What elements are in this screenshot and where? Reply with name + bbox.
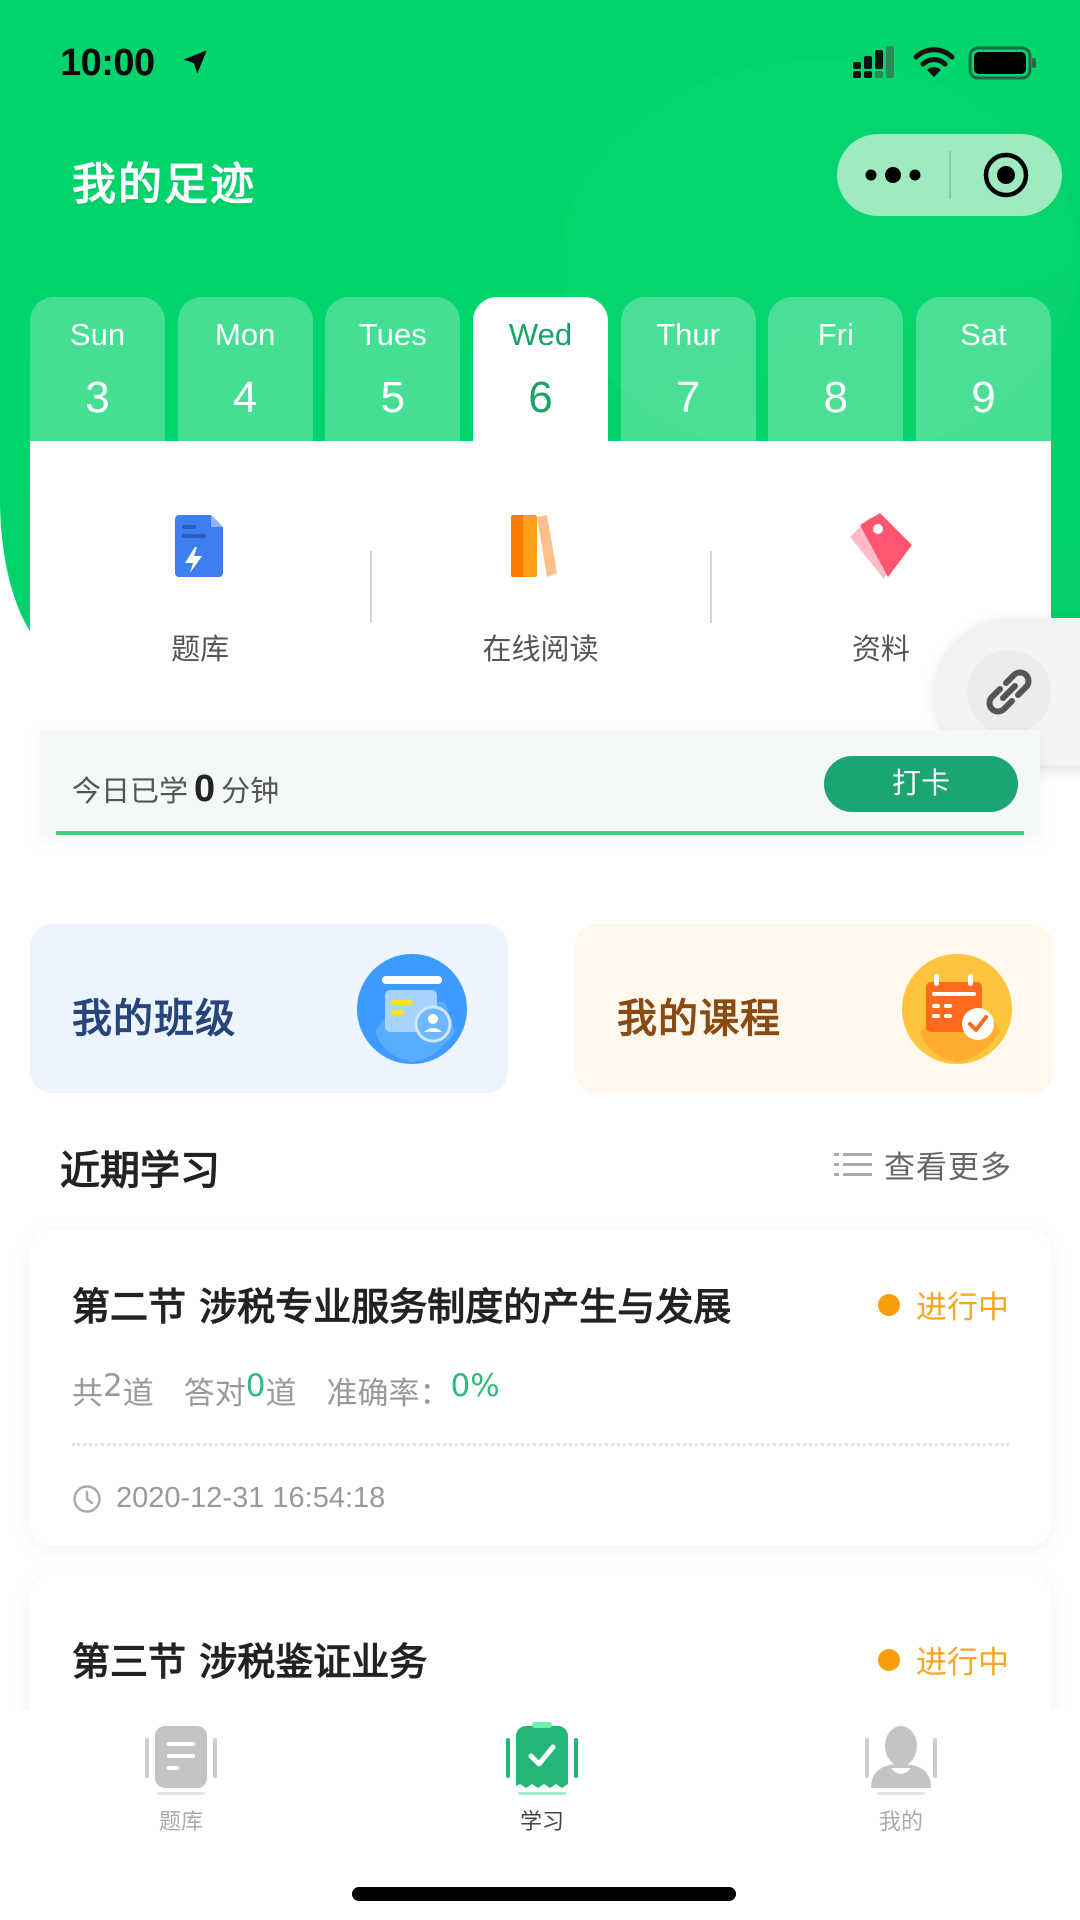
record-status-badge: 进行中	[878, 1282, 1009, 1327]
record-title: 第三节 涉税鉴证业务	[72, 1640, 428, 1684]
week-day-tabs: Sun 3 Mon 4 Tues 5 Wed 6 Thur 7 Fri 8 Sat 9	[30, 297, 1051, 441]
home-indicator[interactable]	[352, 1887, 736, 1901]
record-status-text: 进行中	[916, 1645, 1009, 1681]
status-dot-icon	[878, 1293, 900, 1316]
tab-label: 题库	[158, 1810, 203, 1835]
day-name: Mon	[215, 317, 276, 352]
day-date: 4	[232, 373, 258, 422]
day-date: 9	[971, 373, 996, 422]
quick-card-label: 我的课程	[617, 996, 781, 1042]
tab-label: 我的	[878, 1810, 923, 1835]
day-name: Sat	[960, 317, 1007, 352]
battery-icon	[968, 46, 1036, 80]
clock-icon	[73, 1484, 101, 1513]
day-name: Tues	[358, 317, 427, 352]
feature-online-reading[interactable]: 在线阅读	[370, 441, 710, 701]
today-study-bar: 今日已学 0 分钟 打卡	[40, 730, 1040, 834]
study-record-card[interactable]: 第二节 涉税专业服务制度的产生与发展 进行中 共 2 道 答对 0 道 准确率：…	[30, 1230, 1051, 1546]
my-course-card[interactable]: 我的课程	[575, 924, 1053, 1093]
study-suffix: 分钟	[221, 774, 280, 808]
day-date: 6	[528, 373, 553, 422]
stat-correct-prefix: 答对	[183, 1376, 246, 1412]
see-more-link[interactable]: 查看更多	[834, 1142, 1012, 1187]
feature-question-bank[interactable]: 题库	[30, 441, 370, 701]
study-minutes: 0	[194, 768, 216, 810]
record-time-text: 2020-12-31 16:54:18	[116, 1482, 386, 1514]
cellular-signal-icon	[853, 46, 894, 78]
day-tab-sat[interactable]: Sat 9	[915, 297, 1051, 441]
day-name: Fri	[817, 317, 854, 352]
stat-correct-suffix: 道	[265, 1376, 297, 1412]
tab-study[interactable]: 学习	[482, 1722, 602, 1836]
day-tab-thur[interactable]: Thur 7	[620, 297, 756, 441]
stat-total: 2	[103, 1368, 123, 1404]
status-bar: 10:00	[0, 0, 1080, 120]
day-tab-tues[interactable]: Tues 5	[325, 297, 461, 441]
close-button[interactable]	[951, 134, 1061, 216]
feature-label: 在线阅读	[482, 632, 599, 666]
link-icon	[986, 669, 1032, 715]
page-title: 我的足迹	[72, 159, 256, 210]
more-dots-icon	[865, 167, 921, 183]
location-arrow-icon	[183, 50, 207, 74]
link-button-inner	[967, 650, 1051, 734]
mini-program-capsule	[837, 134, 1062, 216]
record-status-text: 进行中	[916, 1290, 1009, 1326]
status-dot-icon	[878, 1648, 900, 1671]
checkin-button[interactable]: 打卡	[824, 756, 1018, 812]
question-bank-tab-icon	[145, 1726, 217, 1795]
tab-mine[interactable]: 我的	[841, 1722, 961, 1836]
tab-question-bank[interactable]: 题库	[121, 1722, 241, 1836]
day-tab-fri[interactable]: Fri 8	[768, 297, 904, 441]
target-close-icon	[983, 152, 1029, 198]
more-button[interactable]	[837, 134, 949, 216]
question-bank-doc-icon	[175, 515, 224, 577]
record-status-badge: 进行中	[878, 1637, 1009, 1682]
study-progress-line	[56, 831, 1024, 835]
list-icon	[834, 1152, 872, 1176]
feature-panel: 题库 在线阅读 资料	[30, 441, 1051, 701]
course-calendar-icon	[902, 954, 1012, 1064]
day-name: Sun	[69, 317, 126, 352]
day-name: Wed	[508, 317, 573, 352]
tag-icon	[849, 513, 912, 579]
status-time: 10:00	[60, 42, 155, 84]
books-icon	[511, 515, 558, 577]
stat-total-prefix: 共	[72, 1376, 103, 1412]
day-name: Thur	[656, 317, 720, 352]
see-more-label: 查看更多	[884, 1150, 1012, 1186]
record-divider	[72, 1443, 1009, 1446]
study-tab-icon	[506, 1722, 578, 1795]
record-timestamp: 2020-12-31 16:54:18	[72, 1482, 385, 1515]
tab-label: 学习	[519, 1810, 564, 1835]
recent-study-title: 近期学习	[60, 1148, 220, 1194]
profile-tab-icon	[865, 1726, 937, 1795]
quick-card-label: 我的班级	[72, 996, 236, 1042]
stat-accuracy: 0%	[450, 1368, 500, 1404]
day-date: 7	[675, 373, 701, 422]
wifi-icon	[913, 47, 955, 77]
my-class-card[interactable]: 我的班级	[30, 924, 508, 1093]
stat-correct: 0	[245, 1368, 266, 1404]
day-date: 3	[85, 373, 110, 422]
day-tab-wed[interactable]: Wed 6	[472, 297, 608, 441]
class-board-icon	[357, 954, 467, 1064]
day-tab-mon[interactable]: Mon 4	[177, 297, 313, 441]
study-prefix: 今日已学	[72, 774, 189, 808]
today-study-text: 今日已学 0 分钟	[72, 768, 279, 811]
record-stats: 共 2 道 答对 0 道 准确率： 0%	[72, 1368, 500, 1413]
stat-total-suffix: 道	[122, 1376, 154, 1412]
day-date: 5	[380, 373, 406, 422]
record-title: 第二节 涉税专业服务制度的产生与发展	[72, 1285, 732, 1329]
feature-label: 题库	[171, 632, 230, 666]
day-tab-sun[interactable]: Sun 3	[30, 297, 165, 441]
stat-accuracy-label: 准确率：	[326, 1376, 451, 1412]
day-date: 8	[823, 373, 849, 422]
